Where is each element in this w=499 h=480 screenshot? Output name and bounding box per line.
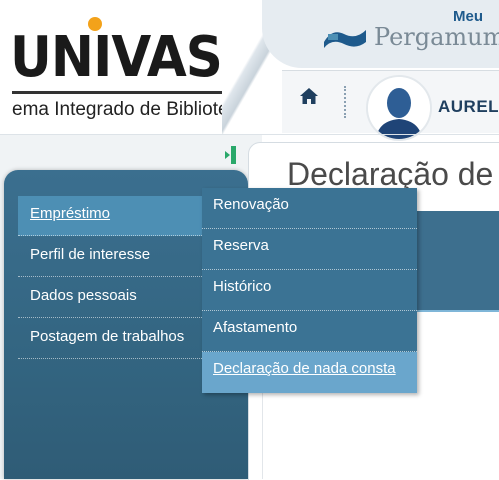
- submenu-item-reserva[interactable]: Reserva: [202, 229, 417, 270]
- sidebar-item-perfil-de-interesse[interactable]: Perfil de interesse: [18, 237, 204, 277]
- pergamum-label[interactable]: Pergamum: [374, 23, 499, 51]
- submenu-item-declaracao-de-nada-consta[interactable]: Declaração de nada consta: [202, 352, 417, 393]
- emprestimo-submenu: Renovação Reserva Histórico Afastamento …: [202, 188, 417, 393]
- univasf-logo[interactable]: UNIVASF ema Integrado de Bibliote: [0, 0, 232, 135]
- user-name[interactable]: AUREL: [438, 97, 499, 117]
- user-avatar-icon: [368, 77, 430, 139]
- sidebar-item-postagem-de-trabalhos[interactable]: Postagem de trabalhos: [18, 319, 204, 359]
- sidebar-item-emprestimo[interactable]: Empréstimo: [18, 196, 204, 236]
- sidebar-menu: Empréstimo Perfil de interesse Dados pes…: [18, 196, 204, 360]
- submenu-item-historico[interactable]: Histórico: [202, 270, 417, 311]
- pergamum-logo-icon: [324, 30, 366, 48]
- home-icon[interactable]: [299, 87, 319, 105]
- logo-text: UNIVASF: [10, 25, 232, 90]
- submenu-item-afastamento[interactable]: Afastamento: [202, 311, 417, 352]
- collapse-sidebar-icon[interactable]: [224, 146, 238, 164]
- logo-subtitle: ema Integrado de Bibliote: [12, 99, 229, 120]
- user-avatar[interactable]: [366, 75, 432, 141]
- submenu-item-renovacao[interactable]: Renovação: [202, 188, 417, 229]
- logo-underline: [12, 91, 226, 94]
- nav-separator: [344, 86, 346, 118]
- sidebar-item-dados-pessoais[interactable]: Dados pessoais: [18, 278, 204, 318]
